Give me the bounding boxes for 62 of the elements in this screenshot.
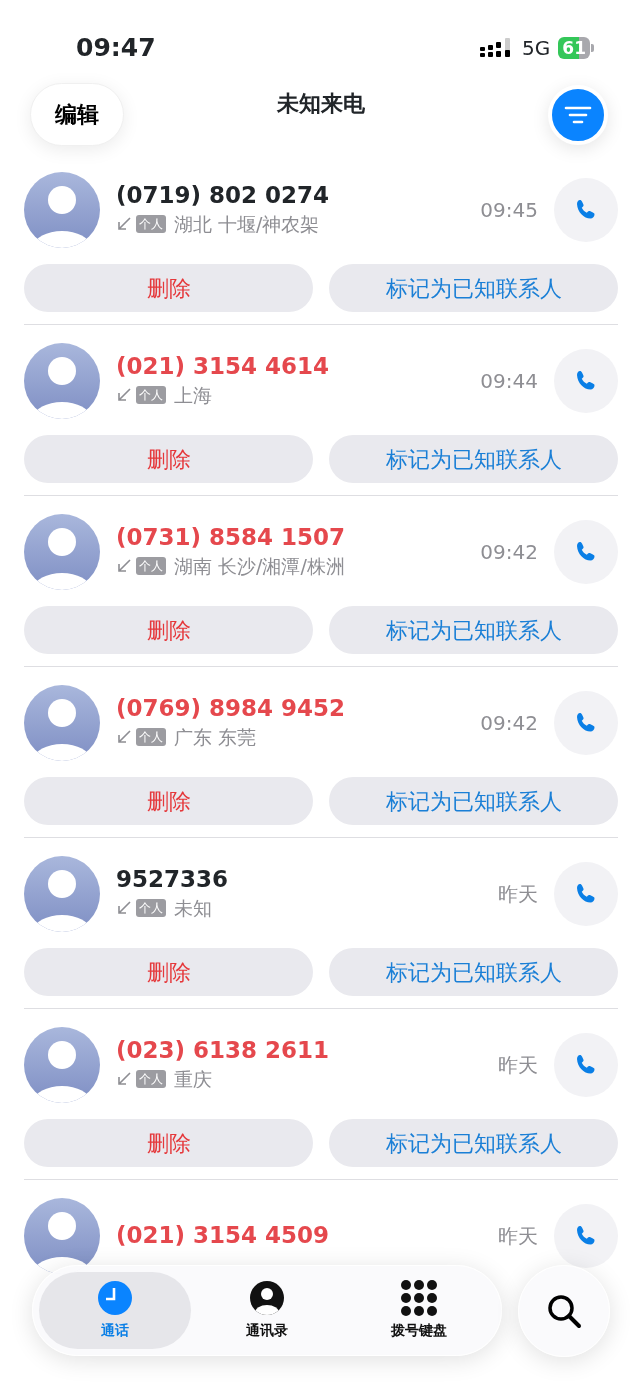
call-time: 09:45 <box>480 197 538 224</box>
delete-button[interactable]: 删除 <box>24 777 313 825</box>
call-time: 09:42 <box>480 539 538 566</box>
incoming-arrow-icon <box>116 386 132 403</box>
network-label: 5G <box>522 34 551 62</box>
phone-number: (0719) 802 0274 <box>116 181 331 210</box>
tag-label: 个人 <box>136 556 166 575</box>
incoming-arrow-icon <box>116 899 132 916</box>
phone-number: (0731) 8584 1507 <box>116 523 347 552</box>
phone-number: (021) 3154 4509 <box>116 1222 331 1250</box>
avatar-icon <box>24 1027 100 1103</box>
tag-label: 个人 <box>136 898 166 917</box>
location-text: 上海 <box>174 382 212 408</box>
call-time: 昨天 <box>498 1052 538 1079</box>
mark-known-button[interactable]: 标记为已知联系人 <box>329 606 618 654</box>
call-time: 昨天 <box>498 1223 538 1250</box>
phone-number: 9527336 <box>116 865 230 894</box>
avatar-icon <box>24 685 100 761</box>
location-text: 未知 <box>174 895 212 921</box>
call-time: 昨天 <box>498 881 538 908</box>
incoming-arrow-icon <box>116 557 132 574</box>
tag-label: 个人 <box>136 1069 166 1088</box>
edit-button[interactable]: 编辑 <box>30 83 124 146</box>
phone-number: (023) 6138 2611 <box>116 1036 331 1065</box>
incoming-arrow-icon <box>116 215 132 232</box>
status-time: 09:47 <box>76 31 156 64</box>
call-time: 09:42 <box>480 710 538 737</box>
mark-known-button[interactable]: 标记为已知联系人 <box>329 1119 618 1167</box>
location-text: 重庆 <box>174 1066 212 1092</box>
incoming-arrow-icon <box>116 1070 132 1087</box>
avatar-icon <box>24 343 100 419</box>
mark-known-button[interactable]: 标记为已知联系人 <box>329 948 618 996</box>
keypad-icon <box>401 1280 437 1316</box>
tag-label: 个人 <box>136 385 166 404</box>
delete-button[interactable]: 删除 <box>24 435 313 483</box>
delete-button[interactable]: 删除 <box>24 948 313 996</box>
delete-button[interactable]: 删除 <box>24 1119 313 1167</box>
incoming-arrow-icon <box>116 728 132 745</box>
mark-known-button[interactable]: 标记为已知联系人 <box>329 777 618 825</box>
mark-known-button[interactable]: 标记为已知联系人 <box>329 264 618 312</box>
delete-button[interactable]: 删除 <box>24 264 313 312</box>
tag-label: 个人 <box>136 727 166 746</box>
location-text: 广东 东莞 <box>174 724 257 750</box>
filter-icon <box>564 104 592 125</box>
tab[interactable]: 拨号键盘 <box>343 1272 495 1349</box>
mark-known-button[interactable]: 标记为已知联系人 <box>329 435 618 483</box>
avatar-icon <box>24 514 100 590</box>
phone-number: (021) 3154 4614 <box>116 352 331 381</box>
avatar-icon <box>24 172 100 248</box>
tab[interactable]: 通讯录 <box>191 1272 343 1349</box>
tab[interactable]: 通话 <box>39 1272 191 1349</box>
clock-icon <box>97 1280 133 1316</box>
tag-label: 个人 <box>136 214 166 233</box>
avatar-icon <box>24 856 100 932</box>
contact-icon <box>249 1280 285 1316</box>
delete-button[interactable]: 删除 <box>24 606 313 654</box>
location-text: 湖南 长沙/湘潭/株洲 <box>174 553 345 579</box>
page-title: 未知来电 <box>277 90 365 118</box>
phone-number: (0769) 8984 9452 <box>116 694 347 723</box>
call-time: 09:44 <box>480 368 538 395</box>
location-text: 湖北 十堰/神农架 <box>174 211 320 237</box>
search-icon <box>546 1293 582 1329</box>
